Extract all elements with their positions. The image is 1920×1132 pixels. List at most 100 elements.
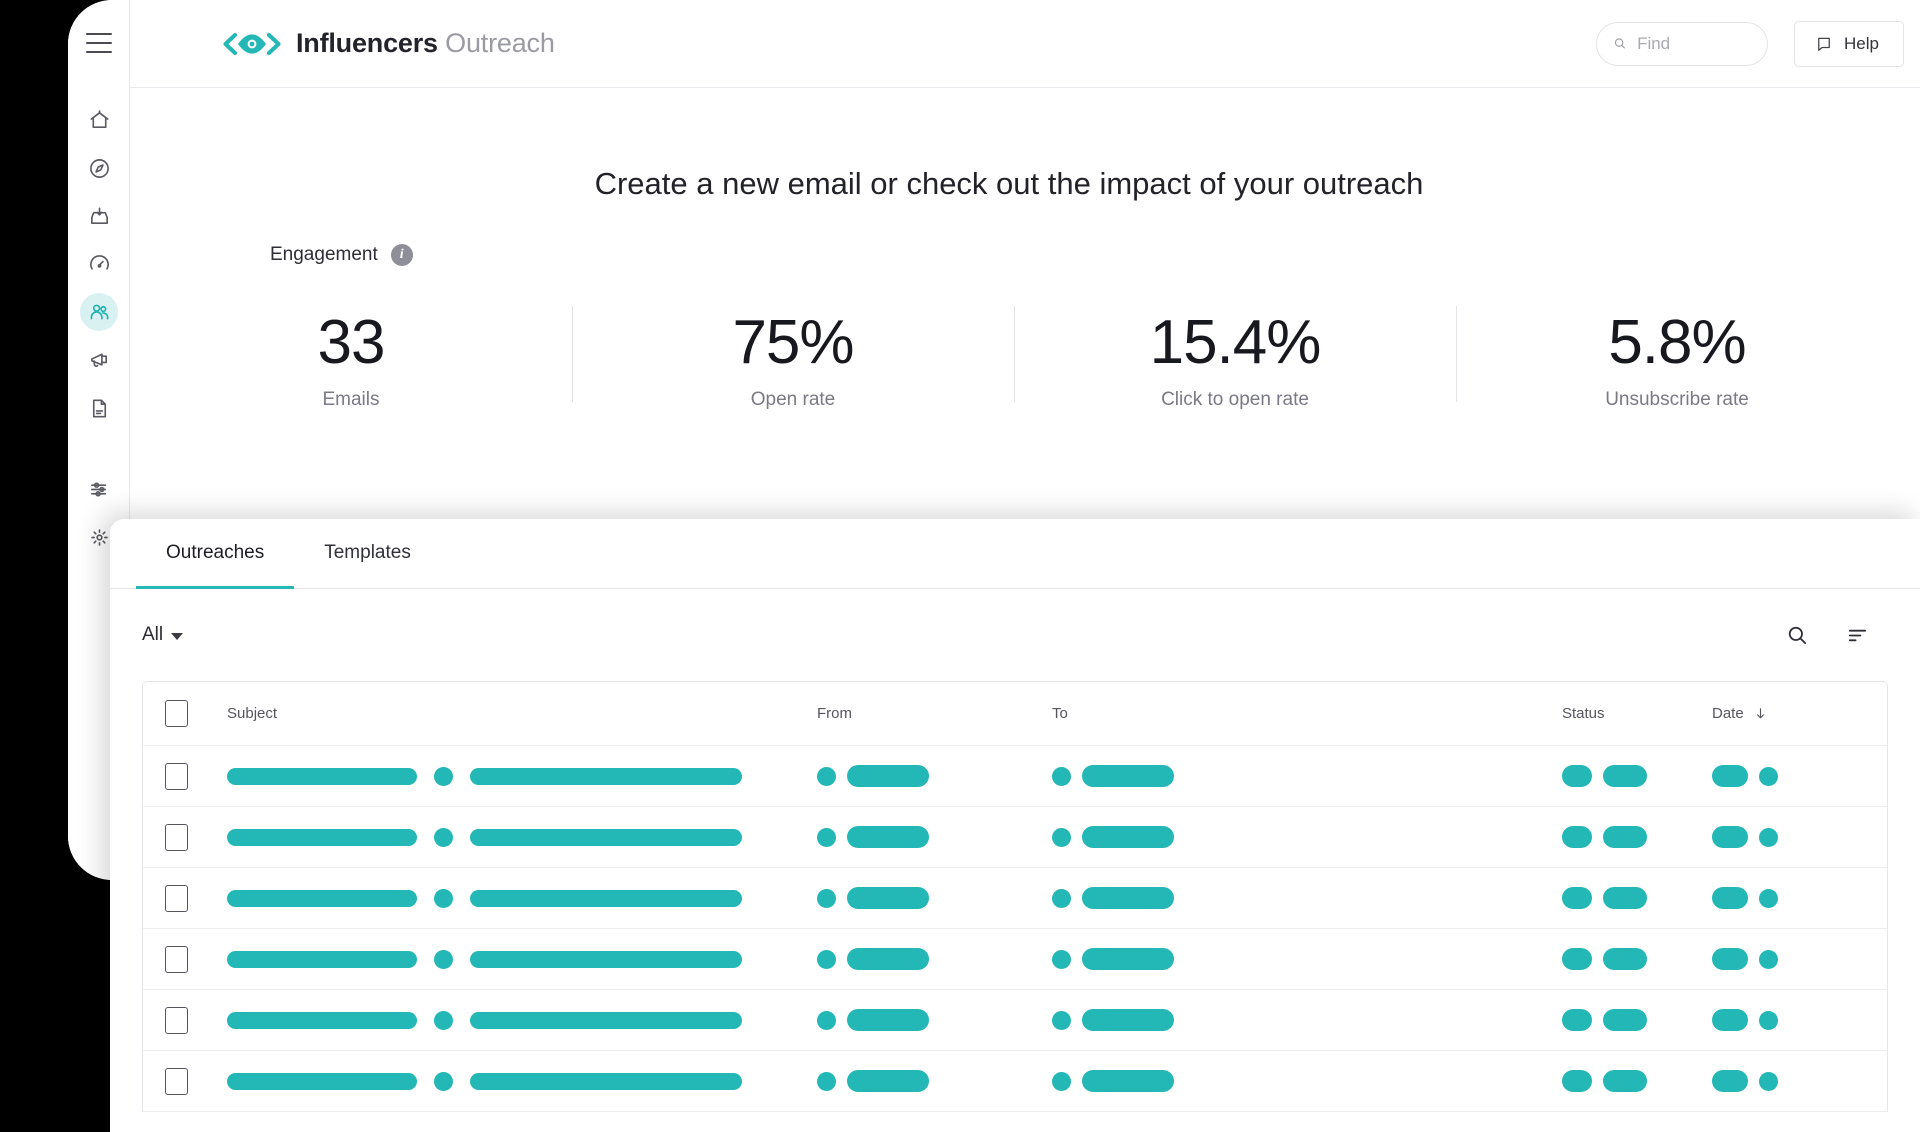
table-row[interactable]	[143, 868, 1887, 929]
cell-to	[1052, 765, 1562, 787]
cell-date	[1712, 1009, 1865, 1031]
row-checkbox[interactable]	[165, 884, 188, 912]
row-checkbox[interactable]	[165, 945, 188, 973]
filter-dropdown[interactable]: All	[142, 624, 184, 646]
search-input[interactable]	[1637, 33, 1752, 54]
column-label: Date	[1712, 705, 1744, 722]
cell-from	[817, 887, 1052, 909]
compass-icon	[89, 158, 109, 178]
column-header-from[interactable]: From	[817, 705, 1052, 722]
cell-status	[1562, 1070, 1712, 1092]
screen-root: Influencers Outreach Help	[0, 0, 1920, 1132]
table-row[interactable]	[143, 746, 1887, 807]
table-row[interactable]	[143, 990, 1887, 1051]
sidebar-item-reports[interactable]	[68, 384, 130, 432]
sidebar-item-performance[interactable]	[68, 240, 130, 288]
arrow-down-icon	[1756, 708, 1764, 719]
outreaches-table: Subject From To Status Date	[142, 681, 1888, 1112]
skeleton-bar	[470, 767, 742, 785]
tab-templates[interactable]: Templates	[294, 520, 441, 589]
hamburger-icon[interactable]	[86, 33, 112, 53]
search-icon	[1788, 626, 1806, 644]
skeleton-dot	[817, 1071, 836, 1091]
panel-tabs: Outreaches Templates	[110, 519, 1920, 589]
cell-from	[817, 765, 1052, 787]
column-header-to[interactable]: To	[1052, 705, 1562, 722]
cell-date	[1712, 765, 1865, 787]
skeleton-dot	[817, 827, 836, 847]
help-button-label: Help	[1844, 33, 1879, 53]
sidebar-item-discover[interactable]	[68, 144, 130, 192]
skeleton-bar	[1712, 765, 1748, 787]
skeleton-bar	[1603, 1070, 1647, 1092]
sidebar-item-campaigns[interactable]	[68, 336, 130, 384]
skeleton-bar	[470, 1011, 742, 1029]
panel-toolbar: All	[110, 589, 1920, 681]
cell-from	[817, 1070, 1052, 1092]
skeleton-bar	[847, 1009, 929, 1031]
tab-outreaches[interactable]: Outreaches	[136, 520, 295, 589]
sidebar-item-preferences[interactable]	[68, 465, 130, 513]
row-checkbox[interactable]	[165, 762, 188, 790]
table-sort-button[interactable]	[1844, 622, 1870, 648]
row-select-cell	[165, 1067, 227, 1095]
skeleton-dot	[434, 1010, 453, 1030]
skeleton-bar	[1603, 887, 1647, 909]
gear-icon	[90, 528, 108, 546]
table-row[interactable]	[143, 1051, 1887, 1112]
column-header-subject[interactable]: Subject	[227, 705, 817, 722]
row-select-cell	[165, 762, 227, 790]
cell-from	[817, 1009, 1052, 1031]
cell-status	[1562, 887, 1712, 909]
metric-value: 15.4%	[1149, 308, 1322, 377]
skeleton-bar	[1082, 1009, 1174, 1031]
skeleton-bar	[227, 1072, 417, 1090]
skeleton-dot	[817, 888, 836, 908]
top-bar-actions: Help	[1596, 20, 1920, 67]
brand-title-light: Outreach	[445, 28, 555, 58]
inbox-download-icon	[90, 207, 108, 224]
skeleton-dot	[1052, 1010, 1071, 1030]
column-header-date[interactable]: Date	[1712, 705, 1865, 722]
skeleton-dot	[1052, 949, 1071, 969]
row-checkbox[interactable]	[165, 1067, 188, 1095]
info-icon[interactable]: i	[390, 244, 413, 266]
metric-value: 75%	[732, 308, 854, 377]
skeleton-dot	[1759, 888, 1778, 908]
brand-title-bold: Influencers	[296, 28, 438, 58]
table-row[interactable]	[143, 929, 1887, 990]
row-checkbox[interactable]	[165, 1006, 188, 1034]
select-all-checkbox[interactable]	[165, 700, 188, 727]
sidebar-item-influencers[interactable]	[68, 288, 130, 336]
sort-lines-icon	[1848, 629, 1866, 641]
table-search-button[interactable]	[1784, 622, 1810, 648]
row-checkbox[interactable]	[165, 823, 188, 851]
brand[interactable]: Influencers Outreach	[222, 28, 555, 59]
skeleton-dot	[434, 827, 453, 847]
metrics-row: 33 Emails 75% Open rate 15.4% Click to o…	[130, 300, 1920, 429]
skeleton-bar	[1603, 826, 1647, 848]
metric-caption: Emails	[322, 389, 380, 411]
brand-title: Influencers Outreach	[296, 28, 555, 59]
column-label: Status	[1562, 705, 1605, 722]
skeleton-bar	[1562, 1070, 1592, 1092]
document-icon	[92, 399, 106, 417]
row-select-cell	[165, 1006, 227, 1034]
help-book-icon	[1818, 37, 1830, 51]
skeleton-dot	[817, 766, 836, 786]
skeleton-bar	[1082, 887, 1174, 909]
skeleton-dot	[1759, 766, 1778, 786]
column-label: To	[1052, 705, 1068, 722]
skeleton-bar	[470, 950, 742, 968]
column-header-status[interactable]: Status	[1562, 705, 1712, 722]
people-icon	[90, 304, 108, 319]
skeleton-dot	[817, 949, 836, 969]
sidebar-item-inbox[interactable]	[68, 192, 130, 240]
search-input-wrapper[interactable]	[1596, 21, 1769, 66]
help-button[interactable]: Help	[1794, 20, 1904, 67]
cell-subject	[227, 949, 817, 969]
sidebar-item-home[interactable]	[68, 96, 130, 144]
table-row[interactable]	[143, 807, 1887, 868]
skeleton-dot	[1759, 949, 1778, 969]
skeleton-bar	[1562, 826, 1592, 848]
